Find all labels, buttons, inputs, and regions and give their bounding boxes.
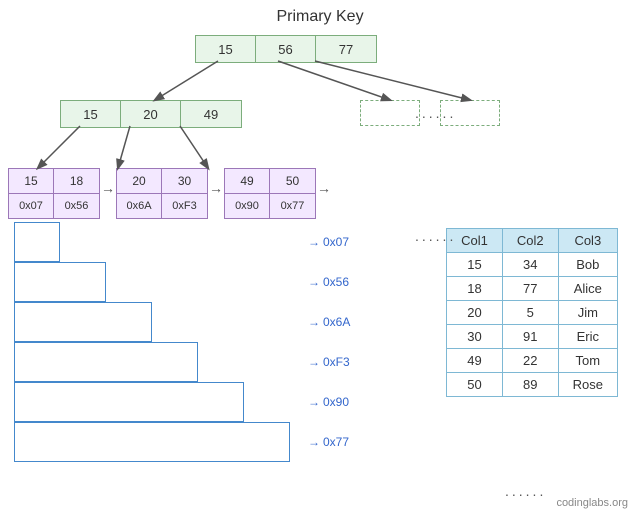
pk-cell-1: 56 <box>256 36 316 62</box>
leaf-bottom-cell-00: 0x07 <box>9 194 54 218</box>
hex-pointer-4: → 0x90 <box>308 395 349 409</box>
level2-cell-0: 15 <box>61 101 121 127</box>
data-table: Col1 Col2 Col3 1534Bob1877Alice205Jim309… <box>446 228 618 397</box>
table-cell-1-2: Alice <box>558 277 617 301</box>
pk-cell-2: 77 <box>316 36 376 62</box>
hex-pointer-3: → 0xF3 <box>308 355 350 369</box>
table-cell-4-0: 49 <box>447 349 503 373</box>
footer-text: codinglabs.org <box>556 497 628 509</box>
leaf-top-cell-20: 49 <box>225 169 270 193</box>
hex-label-4: 0x90 <box>323 395 349 409</box>
level2-node: 15 20 49 <box>60 100 242 128</box>
hex-label-3: 0xF3 <box>323 355 350 369</box>
connector-box-2 <box>14 262 106 302</box>
pk-cell-0: 15 <box>196 36 256 62</box>
table-cell-4-1: 22 <box>502 349 558 373</box>
leaf-node-0: 15 18 0x07 0x56 <box>8 168 100 219</box>
table-cell-5-2: Rose <box>558 373 617 397</box>
table-cell-5-0: 50 <box>447 373 503 397</box>
table-cell-1-0: 18 <box>447 277 503 301</box>
leaf-bottom-0: 0x07 0x56 <box>8 194 100 219</box>
page-title: Primary Key <box>0 8 640 26</box>
arrow-icon-4: → <box>308 395 320 409</box>
hex-label-1: 0x56 <box>323 275 349 289</box>
leaf-arrow-0: → <box>101 168 115 196</box>
table-cell-3-0: 30 <box>447 325 503 349</box>
leaf-bottom-cell-21: 0x77 <box>270 194 315 218</box>
table-row: 1877Alice <box>447 277 618 301</box>
level2-cell-2: 49 <box>181 101 241 127</box>
leaf-top-cell-21: 50 <box>270 169 315 193</box>
leaf-arrow-1: → <box>209 168 223 196</box>
leaf-top-1: 20 30 <box>116 168 208 194</box>
leaf-top-0: 15 18 <box>8 168 100 194</box>
table-cell-1-1: 77 <box>502 277 558 301</box>
leaf-arrow-2: → <box>317 168 331 196</box>
hex-pointer-5: → 0x77 <box>308 435 349 449</box>
hex-pointer-0: → 0x07 <box>308 235 349 249</box>
leaf-bottom-2: 0x90 0x77 <box>224 194 316 219</box>
leaf-bottom-1: 0x6A 0xF3 <box>116 194 208 219</box>
table-cell-2-1: 5 <box>502 301 558 325</box>
table-row: 3091Eric <box>447 325 618 349</box>
connector-box-1 <box>14 222 60 262</box>
arrow-icon-0: → <box>308 235 320 249</box>
hex-pointer-2: → 0x6A <box>308 315 350 329</box>
leaf-bottom-cell-10: 0x6A <box>117 194 162 218</box>
table-cell-0-2: Bob <box>558 253 617 277</box>
leaf-top-cell-01: 18 <box>54 169 99 193</box>
arrow-icon-1: → <box>308 275 320 289</box>
connector-box-5 <box>14 382 244 422</box>
hex-label-5: 0x77 <box>323 435 349 449</box>
table-cell-2-2: Jim <box>558 301 617 325</box>
pk-node: 15 56 77 <box>195 35 377 63</box>
leaf-bottom-cell-01: 0x56 <box>54 194 99 218</box>
table-cell-4-2: Tom <box>558 349 617 373</box>
connector-box-3 <box>14 302 152 342</box>
table-cell-3-1: 91 <box>502 325 558 349</box>
arrow-icon-5: → <box>308 435 320 449</box>
table-row: 205Jim <box>447 301 618 325</box>
table-cell-5-1: 89 <box>502 373 558 397</box>
leaf-row: 15 18 0x07 0x56 → 20 30 0x6A 0xF3 → 49 <box>8 168 332 219</box>
hex-label-2: 0x6A <box>323 315 350 329</box>
table-row: 1534Bob <box>447 253 618 277</box>
main-container: Primary Key 15 56 77 15 20 49 15 18 0x07… <box>0 0 640 515</box>
dots-table-bottom: ...... <box>505 483 546 499</box>
col-header-2: Col3 <box>558 229 617 253</box>
table-row: 4922Tom <box>447 349 618 373</box>
leaf-node-2: 49 50 0x90 0x77 <box>224 168 316 219</box>
leaf-top-cell-11: 30 <box>162 169 207 193</box>
leaf-node-1: 20 30 0x6A 0xF3 <box>116 168 208 219</box>
arrow-icon-2: → <box>308 315 320 329</box>
table-cell-3-2: Eric <box>558 325 617 349</box>
hex-label-0: 0x07 <box>323 235 349 249</box>
leaf-bottom-cell-20: 0x90 <box>225 194 270 218</box>
leaf-top-2: 49 50 <box>224 168 316 194</box>
dots-middle: ...... <box>415 228 456 244</box>
dashed-node-1 <box>360 100 420 126</box>
table-row: 5089Rose <box>447 373 618 397</box>
hex-pointer-1: → 0x56 <box>308 275 349 289</box>
table-cell-2-0: 20 <box>447 301 503 325</box>
table-cell-0-1: 34 <box>502 253 558 277</box>
dots-right-level2: ...... <box>415 105 456 121</box>
arrow-icon-3: → <box>308 355 320 369</box>
level2-cell-1: 20 <box>121 101 181 127</box>
leaf-top-cell-00: 15 <box>9 169 54 193</box>
connector-box-4 <box>14 342 198 382</box>
leaf-bottom-cell-11: 0xF3 <box>162 194 207 218</box>
connector-box-6 <box>14 422 290 462</box>
col-header-1: Col2 <box>502 229 558 253</box>
table-cell-0-0: 15 <box>447 253 503 277</box>
leaf-top-cell-10: 20 <box>117 169 162 193</box>
